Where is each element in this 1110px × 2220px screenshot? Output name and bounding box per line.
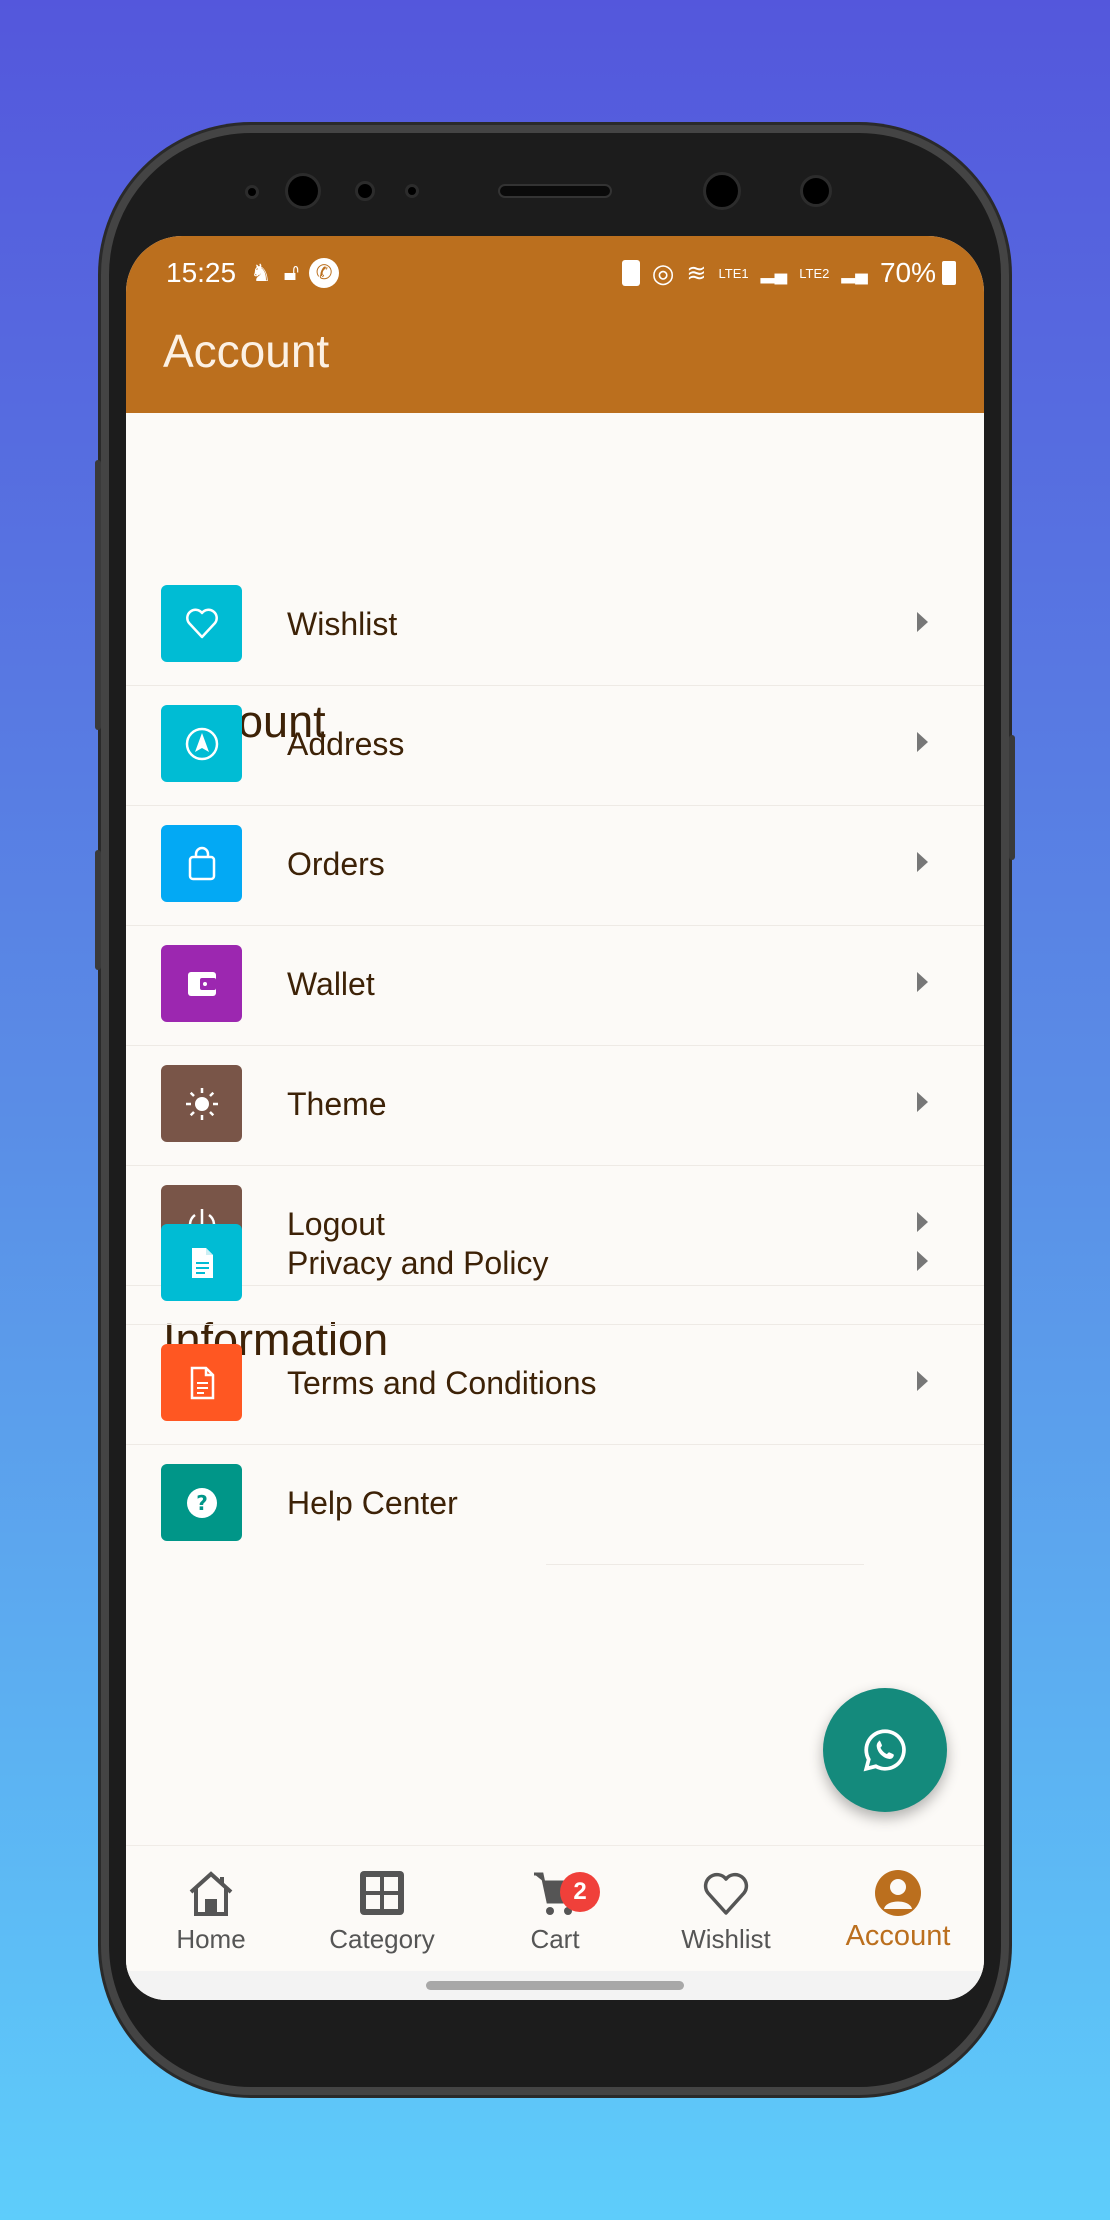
menu-item-wishlist[interactable]: Wishlist (126, 566, 984, 686)
sun-icon (185, 1087, 218, 1120)
chevron-right-icon (917, 612, 928, 632)
status-bar: 15:25 ♞ 🔓︎ ✆ ◎ ≋ LTE1 ▂▄ LTE2 ▂▄ 70% (166, 256, 956, 290)
nav-label: Account (845, 1920, 951, 1952)
sensor (800, 175, 832, 207)
menu-item-label: Theme (287, 1086, 387, 1122)
sensor (245, 185, 259, 199)
menu-item-help-center[interactable]: ? Help Center (126, 1445, 984, 1565)
status-time: 15:25 (166, 257, 237, 288)
screen: 15:25 ♞ 🔓︎ ✆ ◎ ≋ LTE1 ▂▄ LTE2 ▂▄ 70% Acc… (126, 236, 984, 2000)
chevron-right-icon (917, 972, 928, 992)
icon-tile (161, 1344, 242, 1421)
navigation-icon (185, 727, 218, 760)
cart-badge: 2 (560, 1872, 600, 1912)
heart-icon (185, 608, 218, 638)
menu-item-label: Wallet (287, 966, 375, 1002)
menu-item-wallet[interactable]: Wallet (126, 926, 984, 1046)
whatsapp-button[interactable] (823, 1688, 947, 1812)
chevron-right-icon (917, 852, 928, 872)
notification-icon: ♞ (250, 259, 272, 287)
menu-item-label: Orders (287, 846, 385, 882)
menu-item-terms-and-conditions[interactable]: Terms and Conditions (126, 1325, 984, 1445)
menu-item-theme[interactable]: Theme (126, 1046, 984, 1166)
heart-icon (703, 1872, 749, 1915)
menu-item-label: Address (287, 726, 405, 762)
signal-icon: ▂▄ (760, 262, 788, 283)
chevron-right-icon (917, 1251, 928, 1271)
menu-item-label: Wishlist (287, 606, 398, 642)
menu-item-address[interactable]: Address (126, 686, 984, 806)
earpiece-speaker (498, 184, 612, 198)
page-title: Account (163, 325, 330, 377)
svg-text:?: ? (196, 1491, 208, 1515)
help-icon: ? (186, 1487, 217, 1518)
menu-item-label: Help Center (287, 1485, 458, 1521)
sim2-label: LTE2 (799, 265, 830, 281)
signal-icon: ▂▄ (841, 262, 868, 283)
nav-label: Home (176, 1924, 246, 1954)
icon-tile (161, 945, 242, 1022)
front-camera (703, 172, 741, 210)
phone-call-icon: ✆ (309, 258, 340, 288)
home-icon (189, 1871, 233, 1916)
divider (546, 1564, 864, 1565)
wifi-icon: ≋ (686, 259, 707, 287)
icon-tile (161, 1224, 242, 1301)
nav-home[interactable]: Home (136, 1846, 286, 1972)
account-icon (875, 1870, 921, 1916)
menu-item-privacy-and-policy[interactable]: Privacy and Policy (126, 1205, 984, 1325)
phone-side-button (1009, 735, 1015, 860)
icon-tile (161, 585, 242, 662)
nav-account[interactable]: Account (823, 1846, 973, 1972)
nav-cart[interactable]: 2 Cart (480, 1846, 630, 1972)
battery-saver-icon (621, 260, 640, 286)
icon-tile (161, 1065, 242, 1142)
nav-label: Wishlist (681, 1924, 771, 1954)
nav-category[interactable]: Category (307, 1846, 457, 1972)
hotspot-icon: ◎ (651, 257, 675, 288)
document-outline-icon (190, 1366, 214, 1399)
sensor (355, 181, 375, 201)
phone-side-button (95, 850, 101, 970)
nav-label: Cart (530, 1924, 580, 1954)
shopping-bag-icon (188, 846, 215, 880)
menu-item-label: Terms and Conditions (287, 1365, 597, 1401)
icon-tile: ? (161, 1464, 242, 1541)
home-gesture-handle[interactable] (426, 1981, 684, 1990)
bottom-navigation: Home Category 2 Cart Wishlist Account (126, 1845, 984, 1971)
phone-side-button (95, 460, 101, 730)
whatsapp-icon (863, 1729, 906, 1772)
grid-icon (360, 1871, 404, 1915)
nav-wishlist[interactable]: Wishlist (651, 1846, 801, 1972)
gesture-bar (126, 1971, 984, 2000)
nav-label: Category (329, 1924, 435, 1954)
document-icon (191, 1247, 213, 1278)
sensor (405, 184, 419, 198)
menu-item-orders[interactable]: Orders (126, 806, 984, 926)
battery-percent: 70% (879, 257, 936, 288)
chevron-right-icon (917, 732, 928, 752)
icon-tile (161, 825, 242, 902)
front-camera (285, 173, 321, 209)
icon-tile (161, 705, 242, 782)
chevron-right-icon (917, 1092, 928, 1112)
wallet-icon (187, 971, 216, 996)
lock-icon: 🔓︎ (283, 259, 300, 286)
battery-icon (942, 261, 956, 285)
app-header: 15:25 ♞ 🔓︎ ✆ ◎ ≋ LTE1 ▂▄ LTE2 ▂▄ 70% Acc… (126, 236, 984, 413)
sim1-label: LTE1 (718, 265, 749, 281)
chevron-right-icon (917, 1371, 928, 1391)
menu-item-label: Privacy and Policy (287, 1245, 549, 1281)
